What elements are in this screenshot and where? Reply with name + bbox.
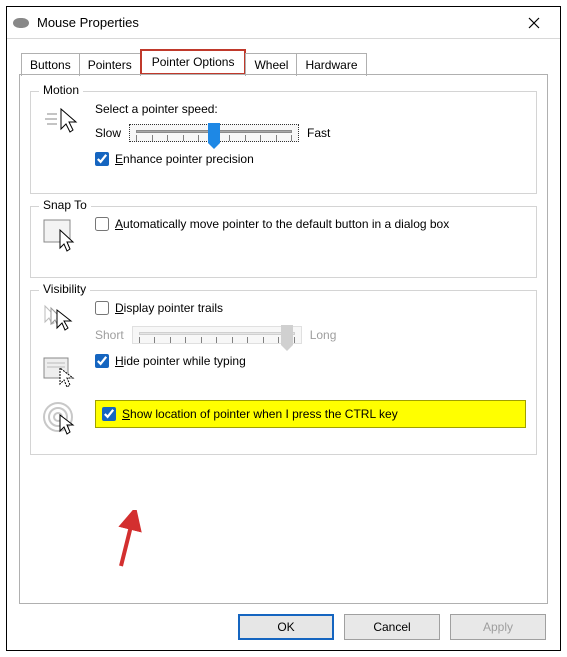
speed-slow-label: Slow [95, 126, 121, 140]
group-snap-to: Snap To Automatically move pointer to th… [30, 206, 537, 278]
group-visibility: Visibility Display pointer trails [30, 290, 537, 455]
pointer-trails-icon [41, 301, 81, 337]
cancel-button[interactable]: Cancel [344, 614, 440, 640]
mouse-icon [13, 18, 29, 28]
display-trails-checkbox[interactable]: Display pointer trails [95, 301, 223, 315]
trails-long-label: Long [310, 328, 337, 342]
show-location-icon [41, 400, 81, 436]
apply-button: Apply [450, 614, 546, 640]
speed-fast-label: Fast [307, 126, 330, 140]
tab-panel-pointer-options: Motion Select a pointer speed: Sl [19, 74, 548, 604]
ok-button[interactable]: OK [238, 614, 334, 640]
select-speed-label: Select a pointer speed: [95, 102, 526, 116]
slider-thumb-icon [208, 123, 220, 143]
titlebar: Mouse Properties [7, 7, 560, 39]
trails-short-label: Short [95, 328, 124, 342]
tab-pointers[interactable]: Pointers [79, 53, 141, 76]
show-ctrl-checkbox[interactable]: Show location of pointer when I press th… [102, 407, 398, 421]
close-button[interactable] [514, 7, 554, 39]
pointer-trails-slider [132, 326, 302, 344]
group-motion: Motion Select a pointer speed: Sl [30, 91, 537, 194]
window-title: Mouse Properties [37, 15, 514, 30]
group-motion-legend: Motion [39, 83, 83, 97]
snap-to-icon [41, 217, 81, 253]
hide-typing-checkbox[interactable]: Hide pointer while typing [95, 354, 246, 368]
tab-hardware[interactable]: Hardware [296, 53, 366, 76]
slider-thumb-icon [281, 325, 293, 345]
tab-strip: Buttons Pointers Pointer Options Wheel H… [21, 49, 548, 75]
display-trails-input[interactable] [95, 301, 109, 315]
auto-move-input[interactable] [95, 217, 109, 231]
hide-typing-icon [41, 354, 81, 390]
group-visibility-legend: Visibility [39, 282, 90, 296]
motion-cursor-icon [41, 102, 81, 138]
tab-buttons[interactable]: Buttons [21, 53, 80, 76]
tab-wheel[interactable]: Wheel [245, 53, 297, 76]
dialog-buttons: OK Cancel Apply [238, 614, 546, 640]
auto-move-checkbox[interactable]: Automatically move pointer to the defaul… [95, 217, 449, 231]
show-ctrl-input[interactable] [102, 407, 116, 421]
hide-typing-input[interactable] [95, 354, 109, 368]
group-snap-to-legend: Snap To [39, 198, 91, 212]
window: Mouse Properties Buttons Pointers Pointe… [6, 6, 561, 651]
pointer-speed-slider[interactable] [129, 124, 299, 142]
enhance-precision-input[interactable] [95, 152, 109, 166]
show-ctrl-highlight: Show location of pointer when I press th… [95, 400, 526, 428]
enhance-precision-checkbox[interactable]: Enhance pointer precision [95, 152, 254, 166]
close-icon [528, 17, 540, 29]
tab-pointer-options[interactable]: Pointer Options [140, 49, 247, 75]
